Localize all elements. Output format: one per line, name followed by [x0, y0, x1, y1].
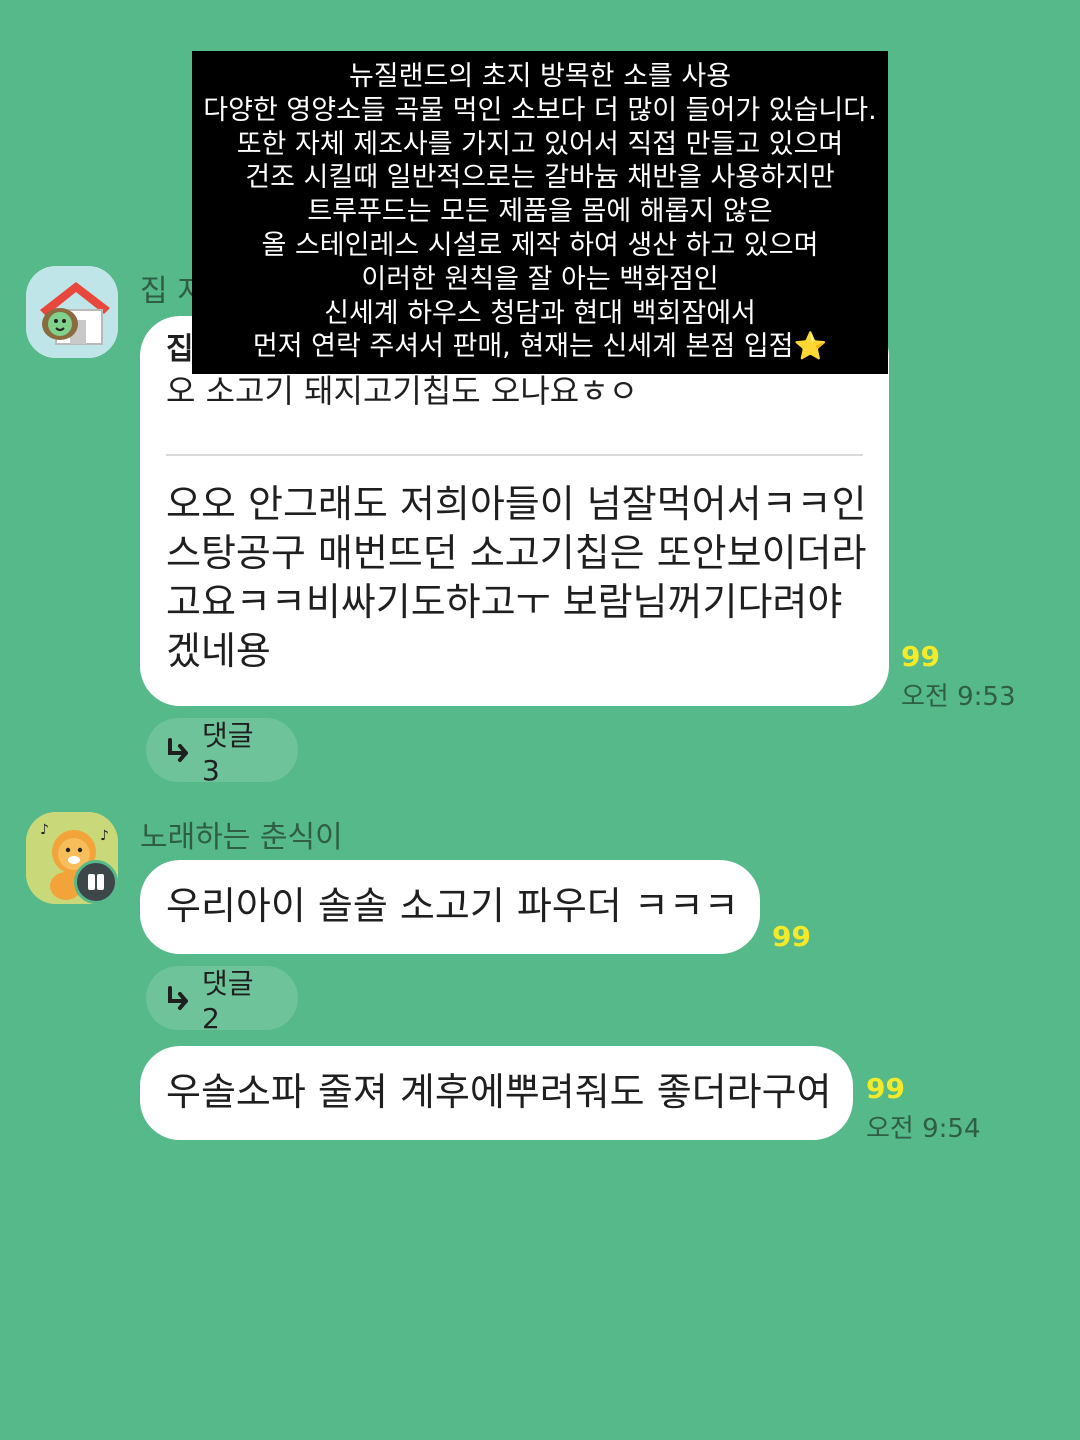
caption-line: 이러한 원칙을 잘 아는 백화점인: [361, 263, 719, 295]
replies-button[interactable]: 댓글 3: [146, 718, 298, 787]
message-bubble[interactable]: 우솔소파 줄져 계후에뿌려줘도 좋더라구여: [140, 1046, 853, 1140]
quoted-text: 오 소고기 돼지고기칩도 오나요ㅎㅇ: [166, 372, 639, 410]
reply-arrow-icon: [167, 986, 188, 1010]
message-time: 오전 9:53: [901, 682, 1016, 712]
avatar-house[interactable]: [26, 266, 118, 358]
unread-count: 99: [772, 920, 811, 953]
caption-line: 다양한 영양소들 곡물 먹인 소보다 더 많이 들어가 있습니다.: [203, 94, 877, 126]
star-icon: ⭐: [793, 331, 828, 363]
house-character-icon: [26, 266, 118, 358]
pause-badge-icon[interactable]: [74, 860, 118, 904]
caption-line: 뉴질랜드의 초지 방목한 소를 사용: [348, 61, 732, 92]
message-time: 오전 9:54: [866, 1114, 981, 1144]
svg-text:♪: ♪: [40, 822, 49, 838]
message-text: 우리아이 솔솔 소고기 파우더 ㅋㅋㅋ: [166, 884, 739, 928]
unread-count: 99: [866, 1072, 905, 1105]
caption-line-last: 먼저 연락 주셔서 판매, 현재는 신세계 본점 입점⭐: [192, 330, 888, 364]
message-text: 오오 안그래도 저희아들이 넘잘먹어서ㅋㅋ인 스탕공구 매번뜨던 소고기칩은 또…: [166, 480, 866, 676]
message-text: 우솔소파 줄져 계후에뿌려줘도 좋더라구여: [166, 1070, 832, 1114]
sender-name: 노래하는 춘식이: [140, 820, 343, 855]
message-line: 스탕공구 매번뜨던 소고기칩은 또안보이더라: [166, 531, 867, 575]
reply-arrow-icon: [167, 738, 188, 762]
message-bubble-reply[interactable]: 집 오 소고기 돼지고기칩도 오나요ㅎㅇ 오오 안그래도 저희아들이 넘잘먹어서…: [140, 316, 889, 706]
caption-line: 건조 시킬때 일반적으로는 갈바늄 채반을 사용하지만: [245, 162, 835, 194]
replies-button[interactable]: 댓글 2: [146, 966, 298, 1035]
pause-icon: [88, 874, 104, 890]
caption-line: 올 스테인레스 시설로 제작 하여 생산 하고 있으며: [261, 229, 819, 261]
caption-line: 또한 자체 제조사를 가지고 있어서 직접 만들고 있으며: [236, 128, 844, 160]
replies-label: 댓글 3: [201, 718, 254, 787]
message-bubble[interactable]: 우리아이 솔솔 소고기 파우더 ㅋㅋㅋ: [140, 860, 760, 954]
quote-divider: [166, 454, 863, 456]
caption-overlay: 뉴질랜드의 초지 방목한 소를 사용 다양한 영양소들 곡물 먹인 소보다 더 …: [192, 51, 888, 374]
caption-line-text: 먼저 연락 주셔서 판매, 현재는 신세계 본점 입점: [252, 331, 794, 363]
replies-label: 댓글 2: [201, 966, 254, 1035]
caption-line: 신세계 하우스 청담과 현대 백회잠에서: [324, 297, 756, 329]
svg-text:♪: ♪: [100, 828, 109, 844]
message-line: 오오 안그래도 저희아들이 넘잘먹어서ㅋㅋ인: [166, 482, 867, 526]
unread-count: 99: [901, 640, 940, 673]
message-line: 고요ㅋㅋ비싸기도하고ㅜ 보람님꺼기다려야: [166, 580, 843, 624]
caption-line: 트루푸드는 모든 제품을 몸에 해롭지 않은: [307, 196, 773, 228]
message-line: 겠네용: [166, 629, 271, 673]
